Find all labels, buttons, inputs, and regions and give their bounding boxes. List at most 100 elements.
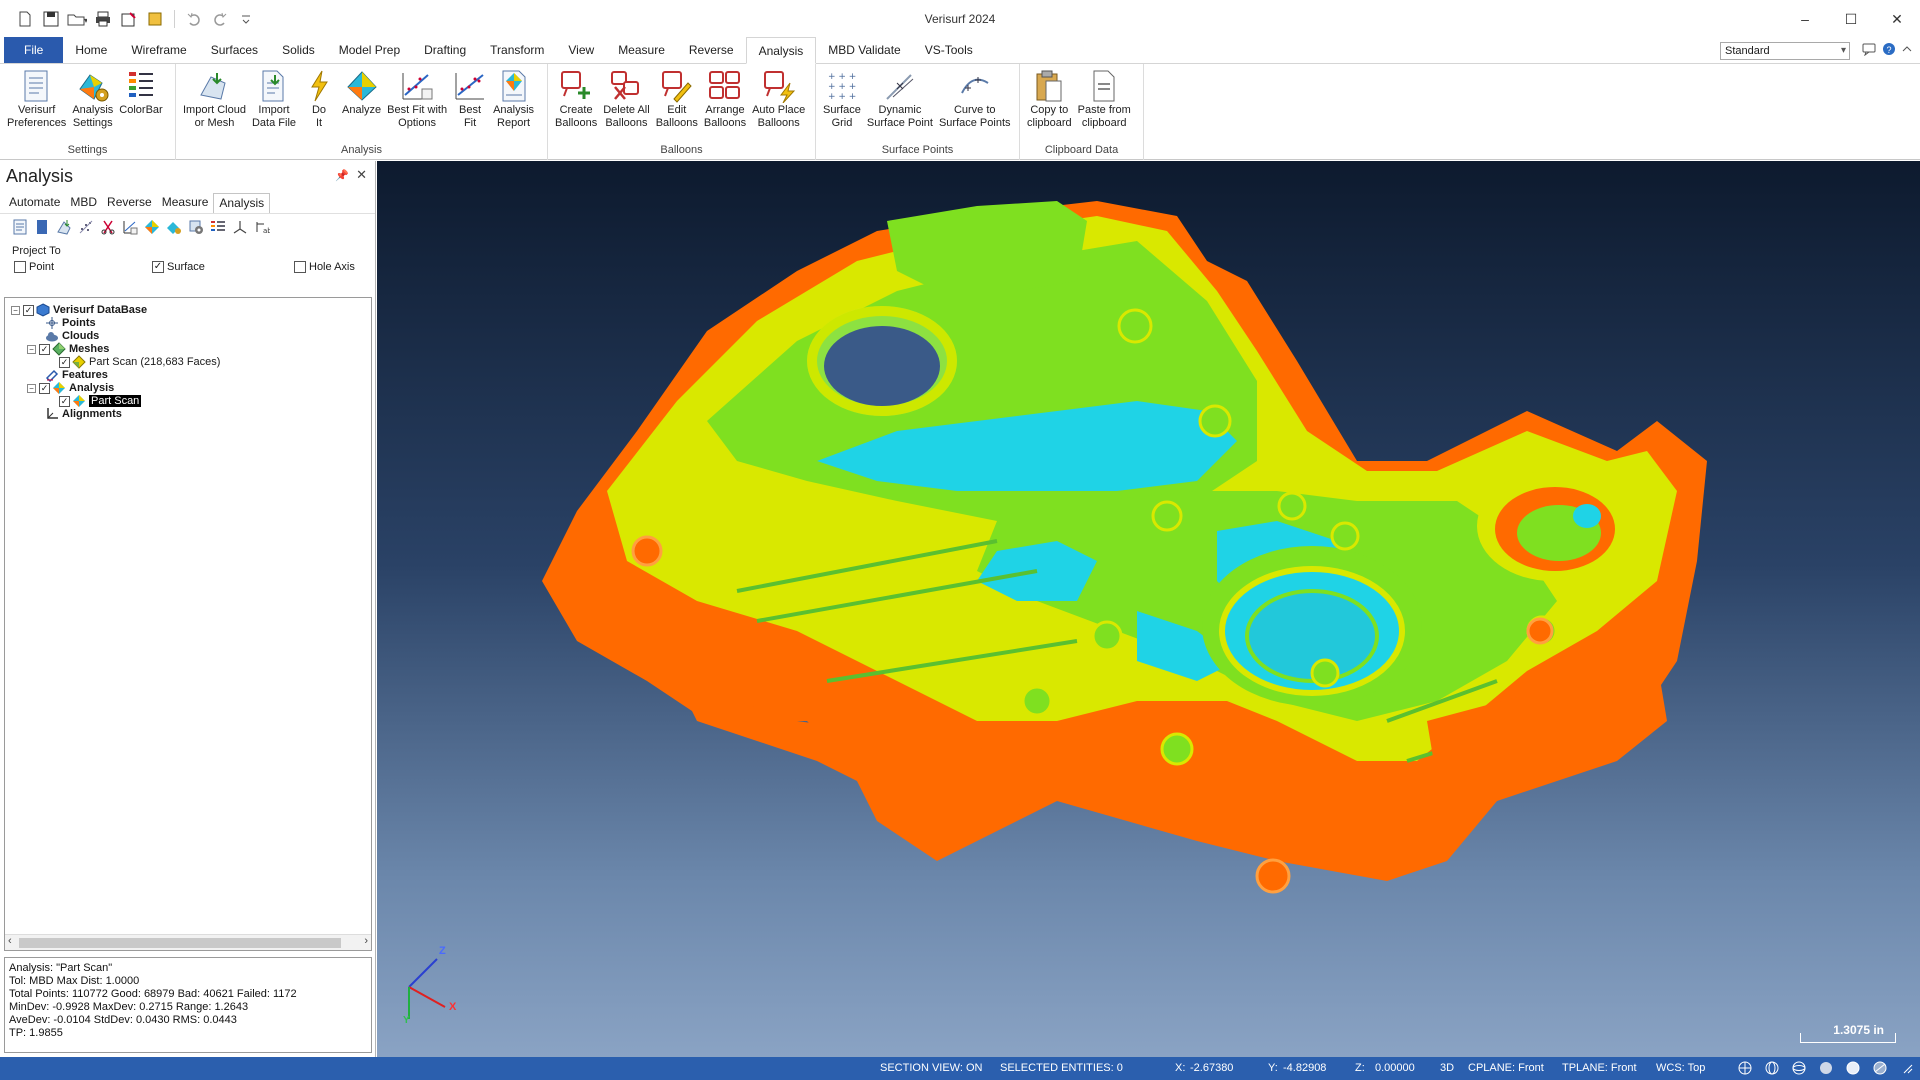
project-surface-checkbox[interactable]: ✓ Surface [152,261,205,273]
tab-surfaces[interactable]: Surfaces [199,37,270,63]
scissors-icon[interactable] [98,217,117,236]
redo-icon[interactable] [209,8,231,30]
section-view-status[interactable]: SECTION VIEW: ON [880,1062,982,1074]
tab-measure[interactable]: Measure [606,37,677,63]
report-icon[interactable] [10,217,29,236]
dynamic-surface-point-icon [883,68,917,104]
panel-tab-analysis[interactable]: Analysis [213,193,271,213]
close-window-button[interactable]: ✕ [1874,0,1920,38]
collapse-toggle[interactable]: − [27,344,36,354]
cplane-status[interactable]: CPLANE: Front [1468,1062,1544,1074]
y-coord-label: Y: [1268,1062,1278,1074]
svg-text:+ + +: + + + [828,92,856,102]
tree-checkbox[interactable]: ✓ [23,304,34,316]
panel-tab-automate[interactable]: Automate [4,193,65,213]
tab-model-prep[interactable]: Model Prep [327,37,412,63]
delete-balloons-icon [609,68,643,104]
status-bar: SECTION VIEW: ON SELECTED ENTITIES: 0 X:… [0,1057,1920,1080]
tab-mbd-validate[interactable]: MBD Validate [816,37,912,63]
best-fit-icon [453,68,487,104]
tab-solids[interactable]: Solids [270,37,327,63]
axis-icon[interactable] [230,217,249,236]
open-folder-icon[interactable]: ▾ [66,8,88,30]
panel-tab-reverse[interactable]: Reverse [102,193,157,213]
graphics-viewport[interactable]: Z X Y 1.3075 in [377,161,1920,1057]
pin-icon[interactable]: 📌 [335,169,349,182]
clipboard-paste-icon [1087,68,1121,104]
wcs-status[interactable]: WCS: Top [1656,1062,1705,1074]
tree-checkbox[interactable]: ✓ [59,395,70,407]
alignment-icon [45,407,59,421]
shaded-edges-sphere-icon[interactable] [1846,1061,1860,1075]
database-tree[interactable]: − ✓ Verisurf DataBase Points Clouds − ✓ … [4,297,372,951]
properties-icon[interactable] [144,8,166,30]
analysis-options-icon[interactable] [164,217,183,236]
style-dropdown[interactable]: Standard [1720,42,1850,60]
tab-vs-tools[interactable]: VS-Tools [913,37,985,63]
tab-reverse[interactable]: Reverse [677,37,746,63]
collapse-toggle[interactable]: − [27,383,36,393]
tab-analysis[interactable]: Analysis [745,37,817,64]
scroll-left-icon[interactable]: ‹ [8,935,12,947]
settings-gear-icon[interactable] [186,217,205,236]
x-coord-label: X: [1175,1062,1186,1074]
mode-status[interactable]: 3D [1440,1062,1454,1074]
tab-file[interactable]: File [4,37,64,63]
tab-wireframe[interactable]: Wireframe [119,37,198,63]
svg-text:?: ? [1887,45,1892,55]
save-icon[interactable] [40,8,62,30]
panel-tab-measure[interactable]: Measure [157,193,214,213]
save-all-icon[interactable] [118,8,140,30]
collapse-ribbon-icon[interactable] [1902,42,1912,59]
tree-node-alignments[interactable]: Alignments [45,406,122,422]
project-to-group: Project To Point ✓ Surface Hole Axis [12,245,375,279]
feedback-icon[interactable] [1862,42,1876,59]
tree-horizontal-scrollbar[interactable]: ‹ › [5,934,371,950]
undo-icon[interactable] [183,8,205,30]
ribbon-group-settings: Verisurf Preferences Analysis Settings C… [0,64,176,160]
analyze-tool-icon[interactable] [142,217,161,236]
colorbar-tool-icon[interactable] [208,217,227,236]
minimize-button[interactable]: – [1782,0,1828,38]
shaded-sphere-icon[interactable] [1819,1061,1833,1075]
tab-transform[interactable]: Transform [478,37,556,63]
new-file-icon[interactable] [14,8,36,30]
globe-icon[interactable] [1738,1061,1752,1075]
resize-grip-icon[interactable] [1900,1061,1914,1075]
selected-entities-status[interactable]: SELECTED ENTITIES: 0 [1000,1062,1123,1074]
close-panel-icon[interactable]: ✕ [356,167,367,183]
project-point-checkbox[interactable]: Point [14,261,54,273]
tab-drafting[interactable]: Drafting [412,37,478,63]
svg-text:+ + +: + + + [828,82,856,92]
ribbon-tab-bar: File Home Wireframe Surfaces Solids Mode… [0,37,1920,64]
tree-checkbox[interactable]: ✓ [39,382,50,394]
project-hole-axis-checkbox[interactable]: Hole Axis [294,261,355,273]
svg-text:+ + +: + + + [828,72,856,82]
tab-home[interactable]: Home [63,37,119,63]
translucent-sphere-icon[interactable] [1873,1061,1887,1075]
customize-toolbar-icon[interactable] [235,8,257,30]
print-icon[interactable] [92,8,114,30]
globe-grid-icon[interactable] [1765,1061,1779,1075]
scroll-thumb[interactable] [19,938,341,948]
tree-checkbox[interactable]: ✓ [59,356,70,368]
chart-icon[interactable] [120,217,139,236]
scroll-right-icon[interactable]: › [364,935,368,947]
maximize-button[interactable]: ☐ [1828,0,1874,38]
wireframe-sphere-icon[interactable] [1792,1061,1806,1075]
panel-tab-mbd[interactable]: MBD [65,193,102,213]
tab-view[interactable]: View [556,37,606,63]
panel-toolbar: ab [0,213,375,239]
dimension-icon[interactable]: ab [252,217,271,236]
deviation-color-map-part[interactable] [377,161,1920,1057]
tplane-status[interactable]: TPLANE: Front [1562,1062,1637,1074]
panel-title: Analysis [6,165,74,186]
quick-access-toolbar: ▾ [0,8,257,30]
help-icon[interactable]: ? [1882,42,1896,59]
import-icon[interactable] [54,217,73,236]
tree-checkbox[interactable]: ✓ [39,343,50,355]
collapse-toggle[interactable]: − [11,305,20,315]
database-icon[interactable] [32,217,51,236]
point-cloud-icon[interactable] [76,217,95,236]
axis-z-label: Z [439,945,446,957]
